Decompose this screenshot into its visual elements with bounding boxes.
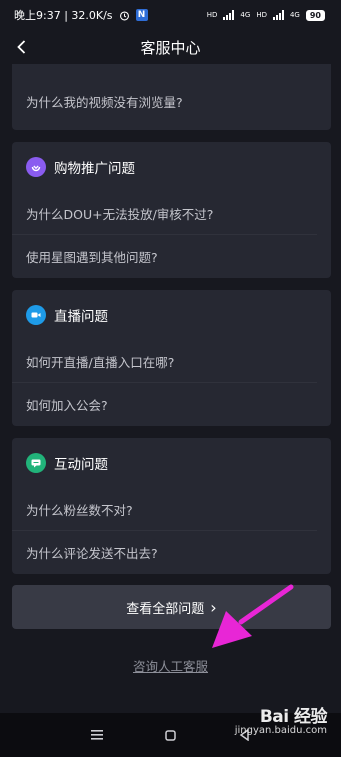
page-title: 客服中心 xyxy=(140,38,201,57)
faq-question[interactable]: 如何加入公会? xyxy=(12,383,317,426)
signal-icon-2 xyxy=(272,10,284,20)
alarm-icon xyxy=(119,10,129,20)
status-bar: 晚上9:37 | 32.0K/s N HD 4G HD 4G 90 xyxy=(0,0,341,30)
watermark-logo-text: Bai 经验 xyxy=(259,707,328,727)
hd-tag-1: HD xyxy=(206,11,218,19)
faq-card-interaction: 互动问题 为什么粉丝数不对? 为什么评论发送不出去? xyxy=(12,438,331,574)
chat-icon xyxy=(26,453,46,473)
status-time-speed: 晚上9:37 | 32.0K/s xyxy=(14,9,113,22)
notification-app-icon: N xyxy=(135,9,148,21)
menu-button[interactable] xyxy=(86,724,108,746)
faq-question[interactable]: 为什么评论发送不出去? xyxy=(12,531,317,574)
shopping-icon xyxy=(26,157,46,177)
faq-card-shopping: 购物推广问题 为什么DOU+无法投放/审核不过? 使用星图遇到其他问题? xyxy=(12,142,331,278)
faq-question[interactable]: 为什么我的视频没有浏览量? xyxy=(12,80,317,123)
card-top-spacer xyxy=(12,64,331,80)
contact-label: 咨询人工客服 xyxy=(132,659,208,674)
card-header: 互动问题 xyxy=(12,438,331,488)
hd-tag-2: HD xyxy=(256,11,267,19)
watermark-url: jingyan.baidu.com xyxy=(234,725,327,736)
faq-card-general: 为什么我的视频没有浏览量? xyxy=(12,64,331,130)
card-header: 直播问题 xyxy=(12,290,331,340)
faq-question[interactable]: 使用星图遇到其他问题? xyxy=(12,235,317,278)
contact-human-service-link[interactable]: 咨询人工客服 xyxy=(0,656,341,675)
faq-question[interactable]: 为什么粉丝数不对? xyxy=(12,488,317,531)
status-left: 晚上9:37 | 32.0K/s N xyxy=(14,7,148,23)
baidu-jingyan-watermark: Bai 经验 jingyan.baidu.com xyxy=(234,702,328,736)
card-header: 购物推广问题 xyxy=(12,142,331,192)
card-title: 购物推广问题 xyxy=(54,161,135,177)
view-all-label: 查看全部问题 xyxy=(126,601,205,617)
home-button[interactable] xyxy=(159,724,181,746)
status-right: HD 4G HD 4G 90 xyxy=(206,9,325,21)
4g-tag-2: 4G xyxy=(289,11,300,19)
faq-question[interactable]: 如何开直播/直播入口在哪? xyxy=(12,340,317,383)
faq-question[interactable]: 为什么DOU+无法投放/审核不过? xyxy=(12,192,317,235)
chevron-right-icon: › xyxy=(210,597,217,617)
signal-icon-1 xyxy=(223,10,235,20)
title-bar: 客服中心 xyxy=(0,30,341,64)
live-camera-icon xyxy=(26,305,46,325)
menu-icon xyxy=(90,730,103,740)
back-arrow-icon[interactable] xyxy=(12,37,32,57)
card-title: 直播问题 xyxy=(54,309,108,325)
card-title: 互动问题 xyxy=(54,457,108,473)
4g-tag-1: 4G xyxy=(240,11,251,19)
view-all-questions-button[interactable]: 查看全部问题 › xyxy=(12,585,331,629)
home-square-icon xyxy=(165,729,176,741)
battery-icon: 90 xyxy=(305,9,325,21)
faq-card-live: 直播问题 如何开直播/直播入口在哪? 如何加入公会? xyxy=(12,290,331,426)
